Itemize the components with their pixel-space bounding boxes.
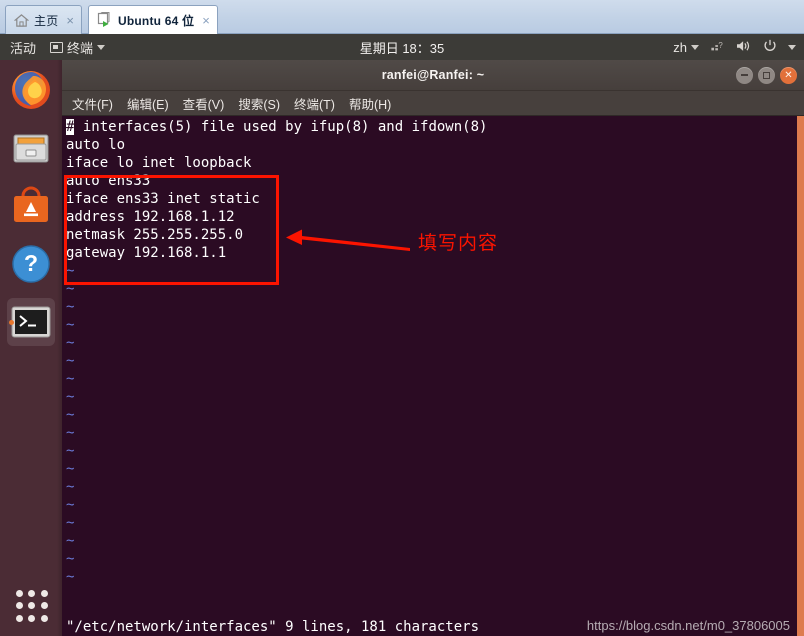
- terminal-line: auto lo: [66, 137, 126, 153]
- show-applications-grid-icon[interactable]: [16, 590, 48, 622]
- menu-edit[interactable]: 编辑(E): [127, 94, 169, 113]
- svg-text:?: ?: [24, 250, 38, 276]
- vim-empty-line-tilde: ~: [66, 533, 75, 549]
- help-icon: ?: [12, 245, 50, 283]
- ubuntu-dock: ?: [0, 60, 62, 636]
- maximize-button[interactable]: [758, 66, 775, 84]
- grid-dot: [40, 602, 48, 610]
- terminal-titlebar[interactable]: ranfei@Ranfei: ~ ✕: [62, 60, 804, 91]
- grid-dot: [28, 602, 36, 610]
- activities-button[interactable]: 活动: [10, 38, 36, 57]
- grid-dot: [28, 590, 36, 597]
- menu-help[interactable]: 帮助(H): [349, 94, 391, 113]
- grid-dot: [40, 614, 48, 622]
- virtual-machine-icon: [97, 12, 113, 28]
- activities-label: 活动: [10, 40, 37, 56]
- top-panel-right: zh ?: [673, 34, 796, 60]
- grid-dot: [16, 590, 23, 597]
- app-menu-label: 终端: [67, 40, 94, 56]
- close-icon[interactable]: ×: [66, 14, 74, 27]
- menu-file[interactable]: 文件(F): [72, 94, 113, 113]
- dock-item-ubuntu-software[interactable]: [9, 184, 53, 228]
- close-icon: ✕: [784, 69, 793, 81]
- ubuntu-software-icon: [14, 186, 48, 222]
- dock-item-terminal[interactable]: [7, 298, 55, 346]
- file-cabinet-icon: [13, 134, 49, 163]
- vmware-tab-ubuntu[interactable]: Ubuntu 64 位 ×: [88, 5, 218, 34]
- clock[interactable]: 星期日 18：35: [360, 41, 445, 56]
- vim-empty-line-tilde: ~: [66, 479, 75, 495]
- vim-empty-line-tilde: ~: [66, 389, 75, 405]
- vim-empty-line-tilde: ~: [66, 569, 75, 585]
- screenshot-root: 主页 × Ubuntu 64 位 × 活动 终端 星期日 18：35 zh ? …: [0, 0, 804, 636]
- chevron-down-icon: [691, 44, 699, 50]
- annotation-label: 填写内容: [418, 232, 499, 254]
- annotation-highlight-box: [64, 175, 279, 285]
- vim-empty-line-tilde: ~: [66, 371, 75, 387]
- dock-item-files[interactable]: [9, 126, 53, 170]
- terminal-line-text: interfaces(5) file used by ifup(8) and i…: [74, 119, 488, 135]
- dock-item-firefox[interactable]: [9, 68, 53, 112]
- maximize-icon: [763, 71, 770, 79]
- grid-dot: [16, 614, 23, 622]
- chevron-down-icon[interactable]: [788, 44, 796, 50]
- ubuntu-top-panel: 活动 终端 星期日 18：35 zh ?: [0, 34, 804, 60]
- menu-view[interactable]: 查看(V): [183, 94, 225, 113]
- grid-dot: [16, 602, 23, 610]
- terminal-menubar: 文件(F) 编辑(E) 查看(V) 搜索(S) 终端(T) 帮助(H): [62, 91, 804, 116]
- vim-empty-line-tilde: ~: [66, 317, 75, 333]
- vim-empty-line-tilde: ~: [66, 407, 75, 423]
- vim-empty-line-tilde: ~: [66, 353, 75, 369]
- keyboard-layout-indicator[interactable]: zh: [673, 40, 699, 55]
- close-button[interactable]: ✕: [780, 66, 797, 84]
- vim-empty-line-tilde: ~: [66, 425, 75, 441]
- terminal-icon: [11, 306, 51, 338]
- volume-icon[interactable]: [736, 39, 752, 56]
- network-icon[interactable]: ?: [710, 39, 725, 56]
- menu-search[interactable]: 搜索(S): [238, 94, 280, 113]
- menu-terminal[interactable]: 终端(T): [294, 94, 335, 113]
- power-icon[interactable]: [763, 39, 777, 56]
- vim-empty-line-tilde: ~: [66, 515, 75, 531]
- minimize-button[interactable]: [736, 66, 753, 84]
- terminal-line: iface lo inet loopback: [66, 155, 252, 171]
- vmware-tab-bar: 主页 × Ubuntu 64 位 ×: [0, 0, 804, 34]
- grid-dot: [40, 590, 48, 597]
- close-icon[interactable]: ×: [202, 14, 210, 27]
- vim-empty-line-tilde: ~: [66, 299, 75, 315]
- vmware-tab-ubuntu-label: Ubuntu 64 位: [118, 13, 195, 28]
- minimize-icon: [741, 74, 748, 76]
- vim-empty-line-tilde: ~: [66, 497, 75, 513]
- watermark: https://blog.csdn.net/m0_37806005: [586, 618, 790, 633]
- window-title: ranfei@Ranfei: ~: [381, 68, 485, 82]
- vim-empty-line-tilde: ~: [66, 461, 75, 477]
- top-panel-left: 活动 终端: [0, 38, 106, 57]
- annotation-arrow: [286, 229, 410, 251]
- vmware-tab-home-label: 主页: [34, 13, 59, 28]
- terminal-icon: [50, 41, 64, 53]
- app-menu-terminal[interactable]: 终端: [50, 38, 106, 57]
- running-indicator-dot: [9, 320, 14, 325]
- chevron-down-icon: [97, 44, 106, 50]
- terminal-line: # interfaces(5) file used by ifup(8) and…: [66, 118, 804, 136]
- grid-dot: [28, 614, 36, 622]
- keyboard-layout-label: zh: [673, 39, 687, 55]
- vim-empty-line-tilde: ~: [66, 335, 75, 351]
- vim-empty-line-tilde: ~: [66, 551, 75, 567]
- window-controls: ✕: [736, 60, 797, 90]
- vmware-tab-home[interactable]: 主页 ×: [5, 5, 82, 34]
- firefox-icon: [12, 71, 50, 109]
- home-icon: [14, 13, 29, 28]
- svg-text:?: ?: [718, 40, 723, 49]
- vim-status-text: "/etc/network/interfaces" 9 lines, 181 c…: [66, 619, 480, 635]
- terminal-window: ranfei@Ranfei: ~ ✕ 文件(F) 编辑(E) 查看(V) 搜索(…: [62, 60, 804, 636]
- vim-empty-line-tilde: ~: [66, 443, 75, 459]
- dock-item-help[interactable]: ?: [9, 242, 53, 286]
